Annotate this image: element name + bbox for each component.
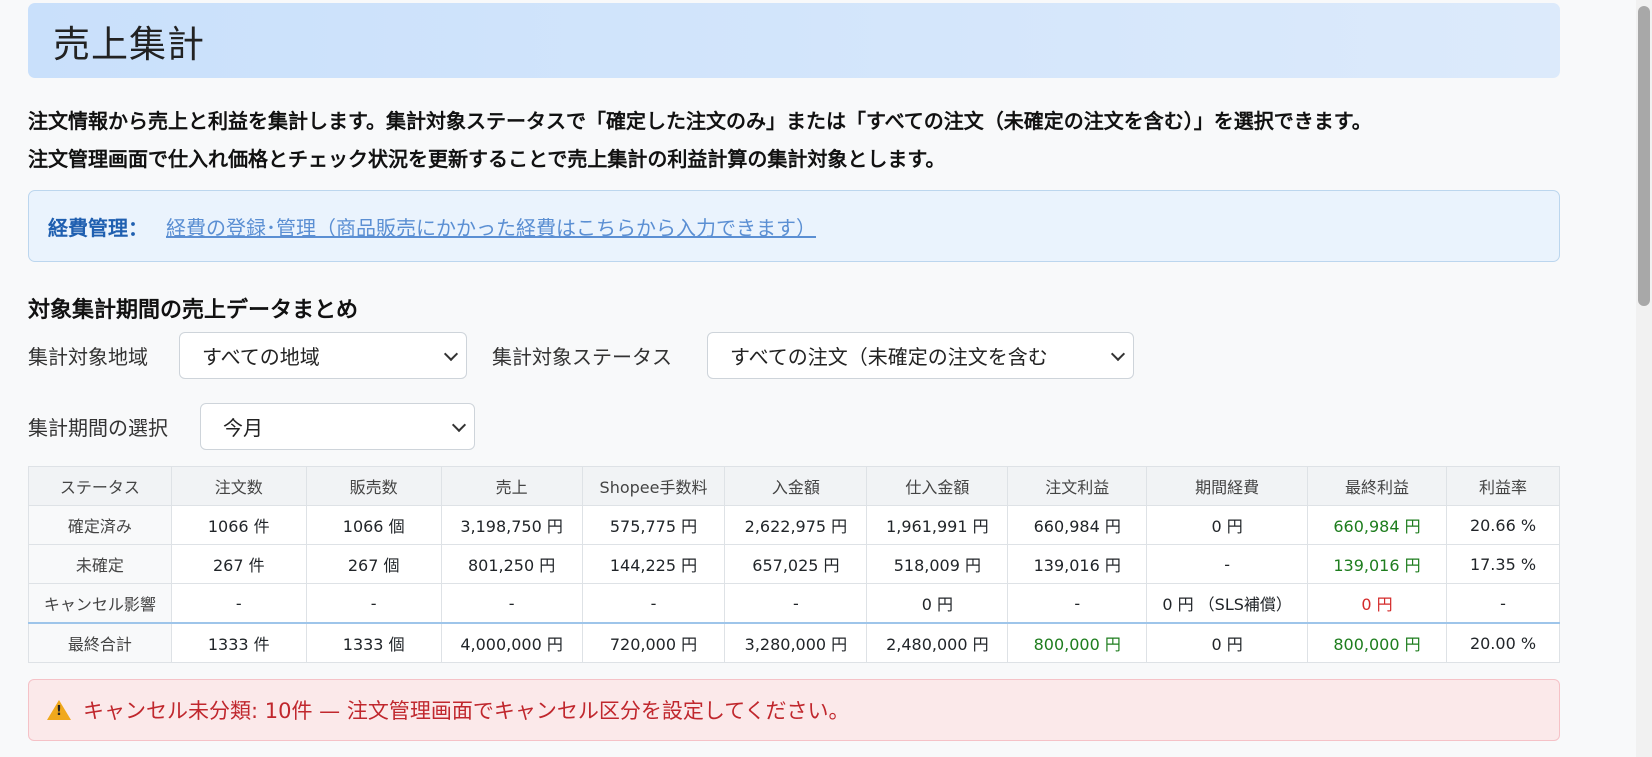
table-cell: 0 円 xyxy=(1146,505,1309,545)
table-cell: 3,198,750 円 xyxy=(440,505,583,545)
column-header: 売上 xyxy=(440,466,583,506)
expense-panel: 経費管理： 経費の登録･管理（商品販売にかかった経費はこちらから入力できます） xyxy=(28,190,1560,262)
table-cell: 2,622,975 円 xyxy=(724,505,868,545)
table-cell: 657,025 円 xyxy=(724,544,868,584)
expense-management-link[interactable]: 経費の登録･管理（商品販売にかかった経費はこちらから入力できます） xyxy=(166,212,816,241)
column-header: 注文数 xyxy=(170,466,307,506)
page-title: 売上集計 xyxy=(53,22,205,66)
table-cell: - xyxy=(724,583,868,624)
region-filter-label: 集計対象地域 xyxy=(28,345,148,369)
table-cell: 267 件 xyxy=(170,544,307,584)
table-cell: 3,280,000 円 xyxy=(724,622,868,663)
table-cell: 確定済み xyxy=(28,505,172,545)
status-filter-label: 集計対象ステータス xyxy=(492,345,672,369)
column-header: Shopee手数料 xyxy=(581,466,726,506)
table-cell: - xyxy=(1007,583,1148,624)
table-cell: 1333 件 xyxy=(170,622,307,663)
column-header: 注文利益 xyxy=(1007,466,1148,506)
column-header: 利益率 xyxy=(1445,466,1561,506)
table-cell: 1333 個 xyxy=(305,622,442,663)
section-title: 対象集計期間の売上データまとめ xyxy=(28,298,359,323)
table-cell: 518,009 円 xyxy=(866,544,1009,584)
table-cell: 最終合計 xyxy=(28,622,172,663)
table-header-row: ステータス 注文数 販売数 売上 Shopee手数料 入金額 仕入金額 注文利益… xyxy=(28,466,1561,506)
main-content: 売上集計 注文情報から売上と利益を集計します。集計対象ステータスで「確定した注文… xyxy=(28,0,1561,741)
chevron-down-icon xyxy=(451,417,467,432)
table-row: 未確定 267 件 267 個 801,250 円 144,225 円 657,… xyxy=(28,544,1561,584)
table-cell: 575,775 円 xyxy=(581,505,726,545)
page-header: 売上集計 xyxy=(28,3,1560,78)
table-cell: - xyxy=(1445,583,1561,624)
table-row: キャンセル影響 - - - - - 0 円 - 0 円 （SLS補償） 0 円 … xyxy=(28,583,1561,624)
table-cell: 267 個 xyxy=(305,544,442,584)
table-cell: 4,000,000 円 xyxy=(440,622,583,663)
cancel-unclassified-alert: ! キャンセル未分類: 10件 — 注文管理画面でキャンセル区分を設定してくださ… xyxy=(28,679,1560,741)
filter-row-1: 集計対象地域 すべての地域 集計対象ステータス すべての注文（未確定の注文を含む xyxy=(28,332,1560,379)
description-line-1: 注文情報から売上と利益を集計します。集計対象ステータスで「確定した注文のみ」また… xyxy=(28,109,1372,133)
alert-text: キャンセル未分類: 10件 — 注文管理画面でキャンセル区分を設定してください。 xyxy=(83,699,850,723)
table-cell: 1066 個 xyxy=(305,505,442,545)
table-cell: 800,000 円 xyxy=(1307,622,1447,663)
table-cell: 801,250 円 xyxy=(440,544,583,584)
region-select-value: すべての地域 xyxy=(202,345,320,369)
table-cell: - xyxy=(581,583,726,624)
table-cell: 1066 件 xyxy=(170,505,307,545)
chevron-down-icon xyxy=(1110,346,1126,361)
status-select-value: すべての注文（未確定の注文を含む xyxy=(730,345,1048,369)
table-cell: キャンセル影響 xyxy=(28,583,172,624)
table-cell: 0 円 xyxy=(866,583,1009,624)
table-cell: 144,225 円 xyxy=(581,544,726,584)
table-cell: 720,000 円 xyxy=(581,622,726,663)
table-cell: 660,984 円 xyxy=(1007,505,1148,545)
table-cell: 0 円 （SLS補償） xyxy=(1146,583,1309,624)
scrollbar-thumb[interactable] xyxy=(1638,6,1650,306)
table-cell: 139,016 円 xyxy=(1307,544,1447,584)
filter-row-2: 集計期間の選択 今月 xyxy=(28,403,1560,450)
table-cell: - xyxy=(1146,544,1309,584)
table-cell: 17.35 % xyxy=(1445,544,1561,584)
column-header: 販売数 xyxy=(305,466,442,506)
table-cell: 1,961,991 円 xyxy=(866,505,1009,545)
table-cell: 未確定 xyxy=(28,544,172,584)
table-cell: 0 円 xyxy=(1146,622,1309,663)
table-cell: 660,984 円 xyxy=(1307,505,1447,545)
description: 注文情報から売上と利益を集計します。集計対象ステータスで「確定した注文のみ」また… xyxy=(28,102,1560,178)
table-cell: 2,480,000 円 xyxy=(866,622,1009,663)
column-header: 入金額 xyxy=(724,466,868,506)
period-filter-label: 集計期間の選択 xyxy=(28,416,168,440)
period-select-value: 今月 xyxy=(223,416,263,440)
region-select[interactable]: すべての地域 xyxy=(179,332,467,379)
table-cell: 800,000 円 xyxy=(1007,622,1148,663)
table-cell: 20.66 % xyxy=(1445,505,1561,545)
column-header: 期間経費 xyxy=(1146,466,1309,506)
description-line-2: 注文管理画面で仕入れ価格とチェック状況を更新することで売上集計の利益計算の集計対… xyxy=(28,147,946,171)
table-cell: - xyxy=(440,583,583,624)
sales-summary-table: ステータス 注文数 販売数 売上 Shopee手数料 入金額 仕入金額 注文利益… xyxy=(28,466,1561,663)
table-row-total: 最終合計 1333 件 1333 個 4,000,000 円 720,000 円… xyxy=(28,622,1561,663)
table-cell: 20.00 % xyxy=(1445,622,1561,663)
table-cell: 0 円 xyxy=(1307,583,1447,624)
column-header: 仕入金額 xyxy=(866,466,1009,506)
warning-icon: ! xyxy=(47,700,71,720)
vertical-scrollbar[interactable] xyxy=(1636,0,1652,757)
chevron-down-icon xyxy=(443,346,459,361)
table-row: 確定済み 1066 件 1066 個 3,198,750 円 575,775 円… xyxy=(28,505,1561,545)
table-cell: - xyxy=(170,583,307,624)
status-select[interactable]: すべての注文（未確定の注文を含む xyxy=(707,332,1134,379)
expense-label: 経費管理： xyxy=(48,215,148,240)
table-cell: - xyxy=(305,583,442,624)
table-cell: 139,016 円 xyxy=(1007,544,1148,584)
period-select[interactable]: 今月 xyxy=(200,403,475,450)
column-header: ステータス xyxy=(28,466,172,506)
column-header: 最終利益 xyxy=(1307,466,1447,506)
